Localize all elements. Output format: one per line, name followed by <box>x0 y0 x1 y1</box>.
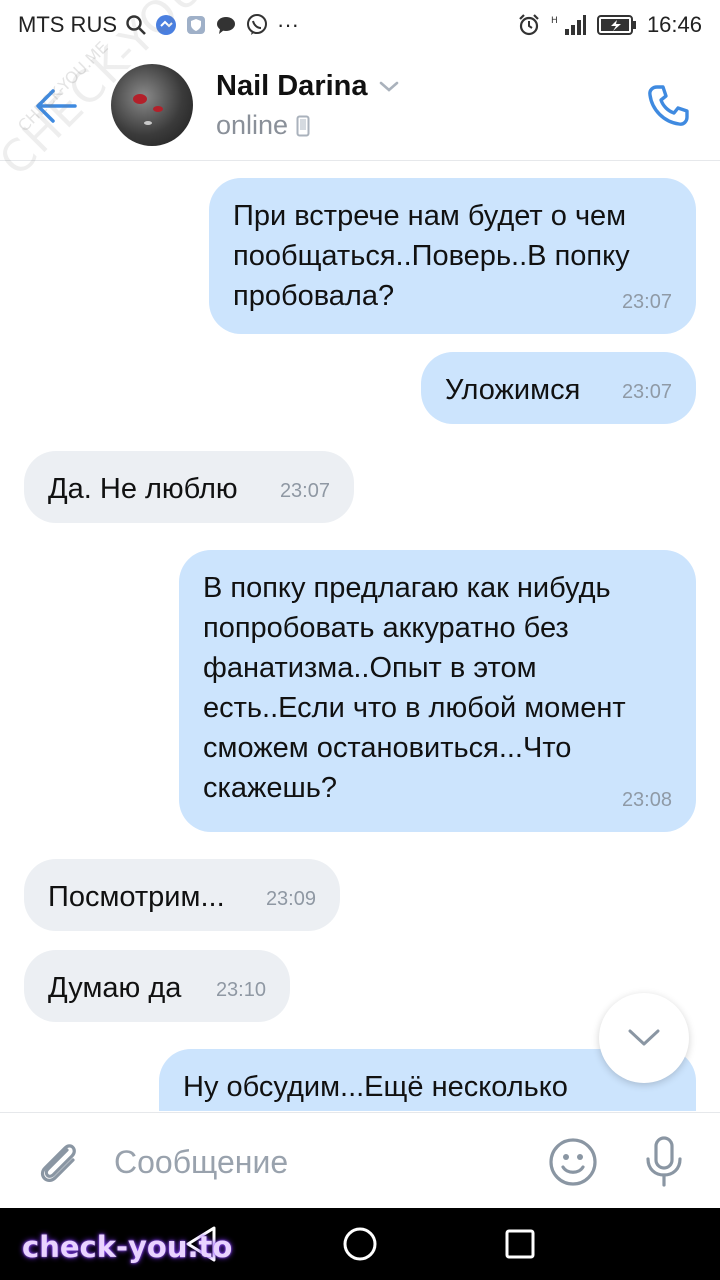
signal-icon: H <box>551 13 587 37</box>
message-text: В попку предлагаю как нибудь попробовать… <box>203 572 626 804</box>
chevron-down-icon <box>379 81 398 92</box>
scroll-down-button[interactable] <box>599 993 689 1083</box>
clock: 16:46 <box>646 12 702 37</box>
alarm-icon <box>517 13 541 37</box>
message-time: 23:07 <box>621 291 672 313</box>
message-time: 23:10 <box>215 979 266 1001</box>
phone-icon <box>648 85 689 126</box>
chevron-down-icon <box>628 1029 660 1046</box>
message-text: При встрече нам будет о чем пообщаться..… <box>233 200 630 312</box>
microphone-icon <box>646 1136 682 1187</box>
mobile-icon <box>296 115 310 136</box>
more-icon: ··· <box>277 12 299 37</box>
message-time: 23:09 <box>265 888 316 910</box>
message-list[interactable]: При встрече нам будет о чем пообщаться..… <box>0 161 720 1111</box>
message-bubble-outgoing[interactable]: Уложимся 23:07 <box>421 352 696 424</box>
status-right: H 16:46 <box>517 12 702 38</box>
message-time: 23:08 <box>621 789 672 811</box>
back-button[interactable] <box>30 82 82 130</box>
chat-icon <box>215 14 237 36</box>
message-bubble-incoming[interactable]: Посмотрим... 23:09 <box>24 859 340 931</box>
message-composer <box>0 1112 720 1209</box>
contact-status: online <box>216 110 310 141</box>
message-input[interactable] <box>112 1133 516 1191</box>
chat-header: Nail Darina online <box>0 50 720 161</box>
carrier-label: MTS RUS <box>18 12 117 37</box>
watermark-bottom: check-you.to <box>22 1230 233 1264</box>
screen: MTS RUS ··· H 16:46 Nail Darina online П… <box>0 0 720 1280</box>
arrow-left-icon <box>36 89 77 123</box>
online-status: online <box>216 110 289 140</box>
message-bubble-incoming[interactable]: Думаю да 23:10 <box>24 950 290 1022</box>
emoji-button[interactable] <box>546 1135 600 1189</box>
message-text: Ну обсудим...Ещё несколько <box>183 1071 568 1103</box>
message-bubble-outgoing[interactable]: При встрече нам будет о чем пообщаться..… <box>209 178 696 334</box>
app-icon <box>155 14 177 36</box>
viber-icon <box>245 13 269 37</box>
smile-icon <box>549 1138 597 1186</box>
svg-text:H: H <box>551 16 558 26</box>
voice-message-button[interactable] <box>638 1133 690 1191</box>
status-bar: MTS RUS ··· H 16:46 <box>0 0 720 50</box>
shield-icon <box>185 14 207 36</box>
nav-home-button[interactable] <box>338 1222 382 1266</box>
contact-name: Nail Darina <box>216 70 368 102</box>
attach-button[interactable] <box>30 1135 86 1191</box>
search-icon <box>125 14 147 36</box>
message-time: 23:07 <box>621 381 672 403</box>
contact-name-button[interactable]: Nail Darina <box>216 70 400 103</box>
paperclip-icon <box>40 1144 76 1182</box>
message-time: 23:07 <box>279 480 330 502</box>
message-bubble-incoming[interactable]: Да. Не люблю 23:07 <box>24 451 354 523</box>
call-button[interactable] <box>640 78 696 134</box>
message-bubble-outgoing[interactable]: В попку предлагаю как нибудь попробовать… <box>179 550 696 832</box>
circle-home-icon <box>343 1227 377 1261</box>
nav-recents-button[interactable] <box>498 1222 542 1266</box>
battery-icon <box>596 14 637 36</box>
contact-avatar[interactable] <box>111 64 193 146</box>
status-left: MTS RUS ··· <box>18 12 299 38</box>
square-recents-icon <box>505 1229 535 1259</box>
